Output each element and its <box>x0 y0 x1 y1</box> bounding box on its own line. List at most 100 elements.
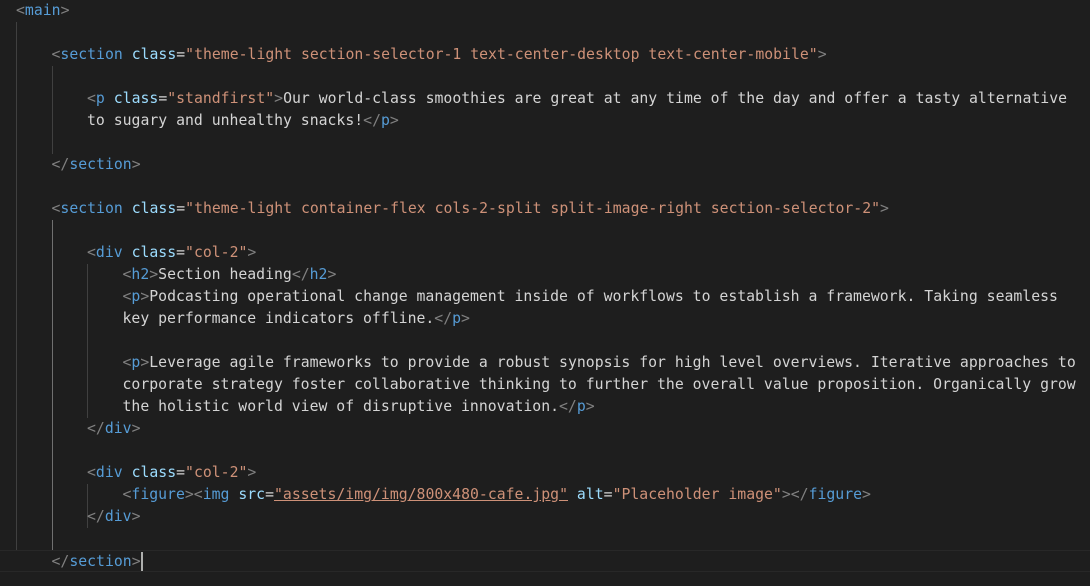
code-token: < <box>87 464 96 481</box>
code-token: > <box>817 46 827 63</box>
code-token: "assets/img/img/800x480-cafe.jpg" <box>274 486 568 503</box>
code-token: class <box>131 464 177 481</box>
code-token: Section heading <box>158 266 292 283</box>
code-line[interactable]: the holistic world view of disruptive in… <box>0 396 1090 418</box>
code-line[interactable]: <figure><img src="assets/img/img/800x480… <box>0 484 1090 506</box>
code-line[interactable]: <section class="theme-light container-fl… <box>0 198 1090 220</box>
code-token: = <box>176 46 186 63</box>
code-line[interactable]: <h2>Section heading</h2> <box>0 264 1090 286</box>
code-line[interactable]: </div> <box>0 506 1090 528</box>
code-token: > <box>131 553 141 570</box>
code-token: > <box>60 2 70 19</box>
code-token: div <box>95 244 123 261</box>
code-line[interactable]: to sugary and unhealthy snacks!</p> <box>0 110 1090 132</box>
code-token: class <box>113 90 159 107</box>
code-line[interactable]: <p>Podcasting operational change managem… <box>0 286 1090 308</box>
code-token: p <box>452 310 462 327</box>
code-line[interactable] <box>0 330 1090 352</box>
code-token: "standfirst" <box>167 90 275 107</box>
code-line[interactable]: </section> <box>0 550 1090 572</box>
code-token: >< <box>184 486 203 503</box>
code-line[interactable]: <p>Leverage agile frameworks to provide … <box>0 352 1090 374</box>
code-line[interactable]: </section> <box>0 154 1090 176</box>
text-cursor <box>140 551 143 571</box>
code-token: figure <box>131 486 185 503</box>
code-token: "Placeholder image" <box>612 486 782 503</box>
code-token: key performance indicators offline. <box>122 310 435 327</box>
code-token: </ <box>559 398 577 415</box>
code-token: section <box>60 46 123 63</box>
code-token: </ <box>51 156 70 173</box>
code-token: h2 <box>131 266 150 283</box>
code-token: </ <box>51 553 70 570</box>
code-token: > <box>247 464 257 481</box>
code-token: ></ <box>781 486 809 503</box>
code-token: > <box>880 200 889 217</box>
code-token: p <box>95 90 105 107</box>
code-line[interactable]: </div> <box>0 418 1090 440</box>
code-line[interactable] <box>0 528 1090 550</box>
code-token: </ <box>87 508 105 525</box>
code-token: p <box>131 354 141 371</box>
code-token: < <box>87 244 96 261</box>
code-line[interactable] <box>0 66 1090 88</box>
code-line[interactable]: <div class="col-2"> <box>0 462 1090 484</box>
code-token: = <box>176 464 186 481</box>
code-line[interactable] <box>0 22 1090 44</box>
code-token: section <box>60 200 123 217</box>
code-token: = <box>158 90 168 107</box>
code-token: < <box>16 2 25 19</box>
code-token: h2 <box>309 266 328 283</box>
code-token: alt <box>576 486 604 503</box>
code-token: > <box>461 310 470 327</box>
code-token: = <box>176 200 186 217</box>
code-token: Leverage agile frameworks to provide a r… <box>149 354 1076 371</box>
code-token: > <box>327 266 337 283</box>
code-token: figure <box>808 486 863 503</box>
code-token: src <box>238 486 266 503</box>
code-line[interactable] <box>0 132 1090 154</box>
code-token: corporate strategy foster collaborative … <box>122 376 1076 393</box>
code-token: class <box>131 200 177 217</box>
code-line[interactable] <box>0 220 1090 242</box>
code-token: > <box>862 486 871 503</box>
code-token: > <box>131 420 141 437</box>
code-token: "theme-light container-flex cols-2-split… <box>185 200 881 217</box>
code-line[interactable]: <section class="theme-light section-sele… <box>0 44 1090 66</box>
code-token: section <box>69 156 132 173</box>
code-token: > <box>140 288 150 305</box>
code-line[interactable]: corporate strategy foster collaborative … <box>0 374 1090 396</box>
code-line[interactable]: <main> <box>0 0 1090 22</box>
code-editor[interactable]: <main> <section class="theme-light sectio… <box>0 0 1090 586</box>
code-line[interactable] <box>0 440 1090 462</box>
code-token: > <box>131 156 141 173</box>
code-token: class <box>131 244 177 261</box>
code-token: Our world-class smoothies are great at a… <box>283 90 1068 107</box>
code-line[interactable]: <p class="standfirst">Our world-class sm… <box>0 88 1090 110</box>
code-token: > <box>585 398 595 415</box>
code-token: p <box>576 398 586 415</box>
code-token: to sugary and unhealthy snacks! <box>87 112 364 129</box>
code-token: "col-2" <box>185 244 248 261</box>
code-token: </ <box>363 112 381 129</box>
code-token: div <box>104 420 132 437</box>
code-token: </ <box>87 420 105 437</box>
code-token: > <box>149 266 159 283</box>
code-token: = <box>265 486 275 503</box>
code-token: "col-2" <box>185 464 248 481</box>
code-line[interactable]: key performance indicators offline.</p> <box>0 308 1090 330</box>
code-line[interactable] <box>0 176 1090 198</box>
code-token: < <box>87 90 96 107</box>
code-token: div <box>104 508 132 525</box>
code-token: > <box>389 112 399 129</box>
code-line[interactable]: <div class="col-2"> <box>0 242 1090 264</box>
code-token: = <box>603 486 613 503</box>
code-token: img <box>202 486 230 503</box>
code-token: p <box>381 112 390 129</box>
code-token: div <box>95 464 123 481</box>
